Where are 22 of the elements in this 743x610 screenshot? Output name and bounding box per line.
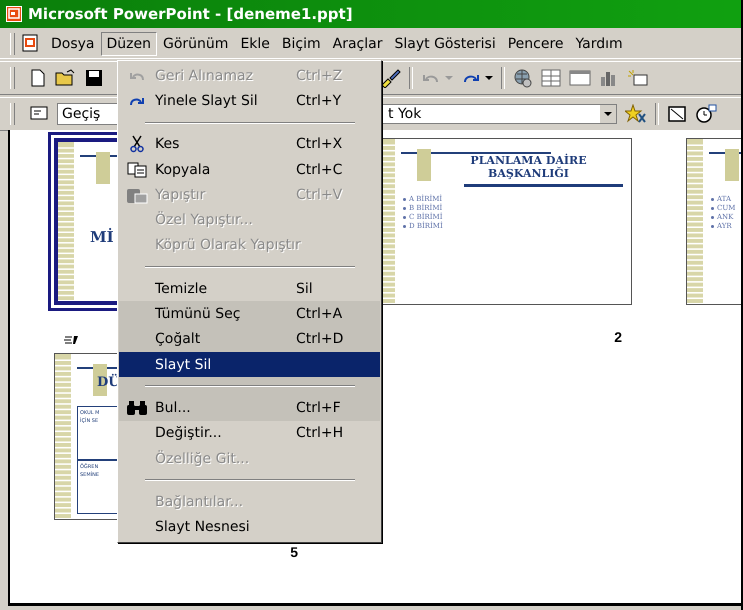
slide-number: 2	[614, 329, 622, 345]
menu-item[interactable]: Ekle	[234, 32, 276, 56]
menu-item[interactable]: Çoğalt Ctrl+D	[119, 326, 380, 352]
window-title: Microsoft PowerPoint - [deneme1.ppt]	[28, 5, 353, 23]
menu-item[interactable]: Bul... Ctrl+F	[119, 395, 380, 421]
menu-item[interactable]: Kes Ctrl+X	[119, 132, 380, 157]
menu-item[interactable]: Araçlar	[326, 32, 388, 56]
menu-item[interactable]: Slayt Gösterisi	[388, 32, 502, 56]
menu-item[interactable]: Pencere	[502, 32, 570, 56]
menu-item[interactable]: Slayt Nesnesi	[119, 514, 380, 540]
slide-title: PLANLAMA DAİRE BAŞKANLIĞI	[469, 154, 588, 180]
slide-title: Mİ	[90, 228, 114, 246]
menu-item[interactable]: Biçim	[276, 32, 327, 56]
menu-item[interactable]: Kopyala Ctrl+C	[119, 156, 380, 182]
menu-item[interactable]: Dosya	[45, 32, 101, 56]
menu-item[interactable]: Düzen	[100, 32, 158, 56]
menu-item[interactable]: Tümünü Seç Ctrl+A	[119, 301, 380, 327]
slide-number: 5	[290, 544, 298, 560]
menu-item[interactable]: Yardım	[570, 32, 629, 56]
menu-item[interactable]: Slayt Sil	[119, 352, 380, 378]
menu-item[interactable]: Temizle Sil	[119, 276, 380, 302]
menu-item[interactable]: Görünüm	[157, 32, 234, 56]
